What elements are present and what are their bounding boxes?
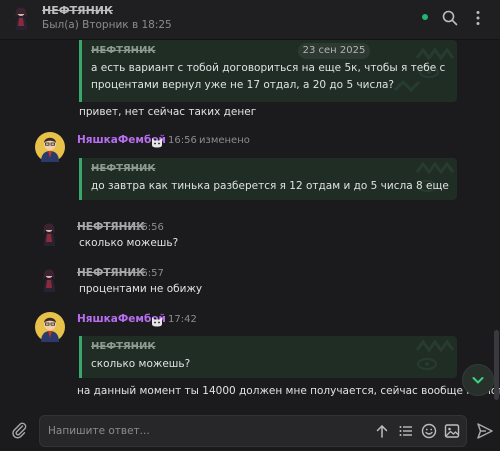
quoted-message[interactable]: НЕФТЯНИК сколько можешь? xyxy=(79,336,457,378)
scrollbar[interactable] xyxy=(494,40,499,406)
quote-pattern xyxy=(415,339,455,370)
chat-window: НЕФТЯНИК Был(а) Вторник в 18:25 НЕФТЯНИК… xyxy=(0,0,500,451)
image-icon[interactable] xyxy=(444,423,460,439)
quote-text-line: процентами вернул уже не 17 отдал, а 20 … xyxy=(91,79,394,91)
message-time: 17:42 xyxy=(168,314,197,325)
quoted-message[interactable]: НЕФТЯНИК до завтра как тинька разберется… xyxy=(79,158,457,200)
user-avatar[interactable] xyxy=(35,132,65,162)
message-list[interactable]: НЕФТЯНИК 23 сен 2025 а есть вариант с то… xyxy=(0,40,500,406)
chat-header: НЕФТЯНИК Был(а) Вторник в 18:25 xyxy=(0,0,500,40)
message-input-box[interactable] xyxy=(39,415,467,447)
date-separator: 23 сен 2025 xyxy=(298,43,370,59)
quote-text-line: а есть вариант с тобой договориться на е… xyxy=(91,62,446,74)
message-input[interactable] xyxy=(48,416,368,446)
scroll-to-bottom-button[interactable] xyxy=(462,364,494,396)
contact-name[interactable]: НЕФТЯНИК xyxy=(42,4,113,17)
composer-bar xyxy=(0,406,500,451)
message-text: сколько можешь? xyxy=(79,237,179,249)
chevron-down-icon xyxy=(472,377,484,384)
quote-text: сколько можешь? xyxy=(91,358,191,370)
user-avatar[interactable] xyxy=(35,220,63,248)
arrow-up-icon[interactable] xyxy=(374,423,390,439)
quoted-message[interactable]: НЕФТЯНИК 23 сен 2025 а есть вариант с то… xyxy=(79,40,457,102)
attach-icon[interactable] xyxy=(10,421,28,439)
user-avatar[interactable] xyxy=(35,312,65,342)
online-indicator xyxy=(422,14,428,20)
quote-text: до завтра как тинька разберется я 12 отд… xyxy=(91,180,449,192)
cat-badge-icon xyxy=(152,138,162,148)
user-avatar[interactable] xyxy=(35,266,63,294)
message-text: привет, нет сейчас таких денег xyxy=(79,106,257,118)
search-icon[interactable] xyxy=(441,9,459,27)
emoji-icon[interactable] xyxy=(421,423,437,439)
list-icon[interactable] xyxy=(398,423,414,439)
message-time: 16:56 xyxy=(168,135,197,146)
message-text: процентами не обижу xyxy=(79,283,203,295)
send-icon[interactable] xyxy=(476,422,494,440)
contact-avatar[interactable] xyxy=(7,4,35,32)
more-vertical-icon[interactable] xyxy=(469,9,487,27)
quote-author: НЕФТЯНИК xyxy=(91,45,156,56)
scrollbar-thumb[interactable] xyxy=(494,330,499,400)
quote-author: НЕФТЯНИК xyxy=(91,341,156,352)
message-time: 16:57 xyxy=(135,268,164,279)
message-text: на данный момент ты 14000 должен мне пол… xyxy=(77,385,500,397)
cat-badge-icon xyxy=(152,317,162,327)
quote-author: НЕФТЯНИК xyxy=(91,163,156,174)
contact-status: Был(а) Вторник в 18:25 xyxy=(42,19,172,31)
edited-label: изменено xyxy=(199,135,250,146)
message-time: 16:56 xyxy=(135,222,164,233)
